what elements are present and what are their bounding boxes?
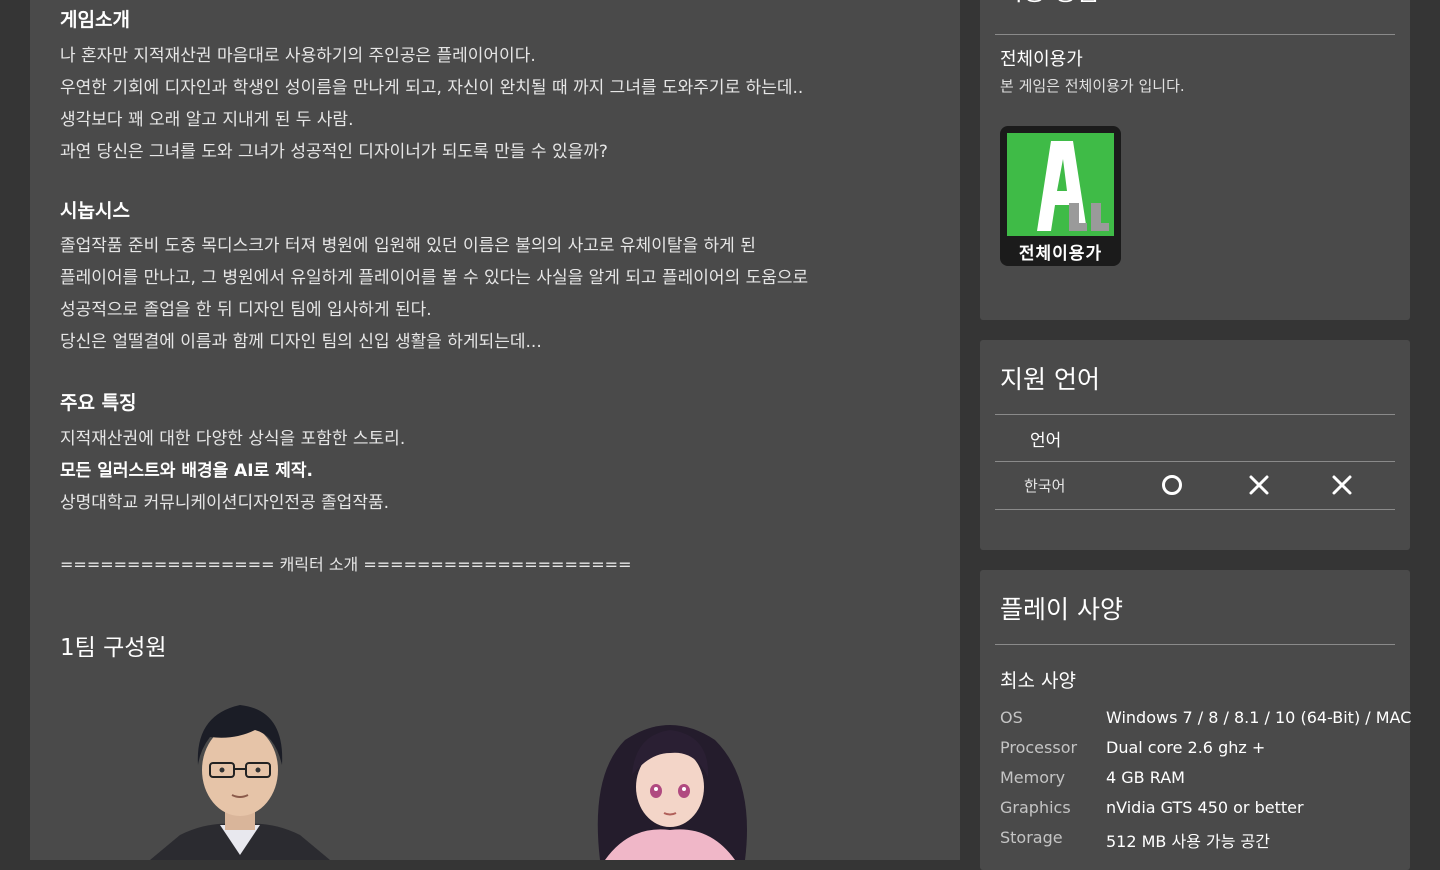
spec-value: Windows 7 / 8 / 8.1 / 10 (64-Bit) / MAC — [1106, 708, 1412, 727]
language-name: 한국어 — [1024, 477, 1066, 495]
divider — [995, 461, 1395, 462]
spec-label: Memory — [1000, 768, 1066, 787]
synopsis-line: 졸업작품 준비 도중 목디스크가 터져 병원에 입원해 있던 이름은 불의의 사… — [60, 236, 756, 256]
synopsis-line: 당신은 얼떨결에 이름과 함께 디자인 팀의 신입 생활을 하게되는데... — [60, 332, 542, 352]
divider — [995, 414, 1395, 415]
all-ages-rating-badge: 전체이용가 — [1000, 126, 1121, 266]
spec-value: Dual core 2.6 ghz + — [1106, 738, 1266, 757]
spec-label: Storage — [1000, 828, 1063, 847]
spec-row-processor: Processor Dual core 2.6 ghz + — [1000, 738, 1400, 768]
divider — [995, 509, 1395, 510]
features-heading: 주요 특징 — [60, 392, 137, 414]
language-panel-title: 지원 언어 — [1000, 365, 1100, 394]
feature-line-bold: 모든 일러스트와 배경을 AI로 제작. — [60, 461, 313, 481]
rating-badge-label: 전체이용가 — [1018, 244, 1103, 264]
spec-row-memory: Memory 4 GB RAM — [1000, 768, 1400, 798]
spec-label: OS — [1000, 708, 1023, 727]
x-mark-icon — [1249, 475, 1269, 495]
feature-line: 상명대학교 커뮤니케이션디자인전공 졸업작품. — [60, 493, 390, 513]
synopsis-line: 플레이어를 만나고, 그 병원에서 유일하게 플레이어를 볼 수 있다는 사실을… — [60, 268, 809, 288]
character-illustration-female — [597, 725, 747, 860]
all-rating-icon — [1037, 141, 1109, 231]
rating-name: 전체이용가 — [1000, 49, 1083, 70]
synopsis-heading: 시놉시스 — [60, 200, 130, 222]
x-mark-icon — [1332, 475, 1352, 495]
rating-description: 본 게임은 전체이용가 입니다. — [1000, 77, 1185, 95]
specs-panel-title: 플레이 사양 — [1000, 595, 1123, 624]
spec-value: 512 MB 사용 가능 공간 — [1106, 832, 1270, 851]
language-column-header: 언어 — [1030, 431, 1062, 451]
spec-label: Processor — [1000, 738, 1078, 757]
intro-text: 나 혼자만 지적재산권 마음대로 사용하기의 주인공은 플레이어이다. 우연한 … — [60, 40, 803, 168]
language-panel: 지원 언어 언어 한국어 — [980, 340, 1410, 550]
rating-panel: 이용 등급 전체이용가 본 게임은 전체이용가 입니다. 전체이용가 — [980, 0, 1410, 320]
intro-line: 우연한 기회에 디자인과 학생인 성이름을 만나게 되고, 자신이 완치될 때 … — [60, 78, 804, 98]
synopsis-line: 성공적으로 졸업을 한 뒤 디자인 팀에 입사하게 된다. — [60, 300, 432, 320]
circle-check-icon — [1162, 475, 1182, 495]
spec-label: Graphics — [1000, 798, 1071, 817]
specs-panel: 플레이 사양 최소 사양 OS Windows 7 / 8 / 8.1 / 10… — [980, 570, 1411, 870]
spec-value: 4 GB RAM — [1106, 768, 1185, 787]
rating-badge-logo — [1007, 133, 1114, 236]
intro-heading: 게임소개 — [60, 9, 130, 31]
character-illustration-male — [150, 705, 330, 860]
feature-line: 지적재산권에 대한 다양한 상식을 포함한 스토리. — [60, 429, 406, 449]
divider — [995, 644, 1395, 645]
features-text: 지적재산권에 대한 다양한 상식을 포함한 스토리. 모든 일러스트와 배경을 … — [60, 423, 405, 519]
character-intro-divider: ================ 캐릭터 소개 ================… — [60, 555, 632, 574]
spec-row-graphics: Graphics nVidia GTS 450 or better — [1000, 798, 1400, 828]
specs-subtitle: 최소 사양 — [1000, 670, 1076, 692]
team-title: 1팀 구성원 — [60, 635, 167, 661]
spec-row-storage: Storage 512 MB 사용 가능 공간 — [1000, 828, 1400, 858]
intro-line: 과연 당신은 그녀를 도와 그녀가 성공적인 디자이너가 되도록 만들 수 있을… — [60, 142, 608, 162]
game-description-panel: 게임소개 나 혼자만 지적재산권 마음대로 사용하기의 주인공은 플레이어이다.… — [30, 0, 960, 860]
spec-row-os: OS Windows 7 / 8 / 8.1 / 10 (64-Bit) / M… — [1000, 708, 1411, 738]
synopsis-text: 졸업작품 준비 도중 목디스크가 터져 병원에 입원해 있던 이름은 불의의 사… — [60, 230, 808, 358]
intro-line: 나 혼자만 지적재산권 마음대로 사용하기의 주인공은 플레이어이다. — [60, 46, 536, 66]
spec-value: nVidia GTS 450 or better — [1106, 798, 1304, 817]
intro-line: 생각보다 꽤 오래 알고 지내게 된 두 사람. — [60, 110, 354, 130]
